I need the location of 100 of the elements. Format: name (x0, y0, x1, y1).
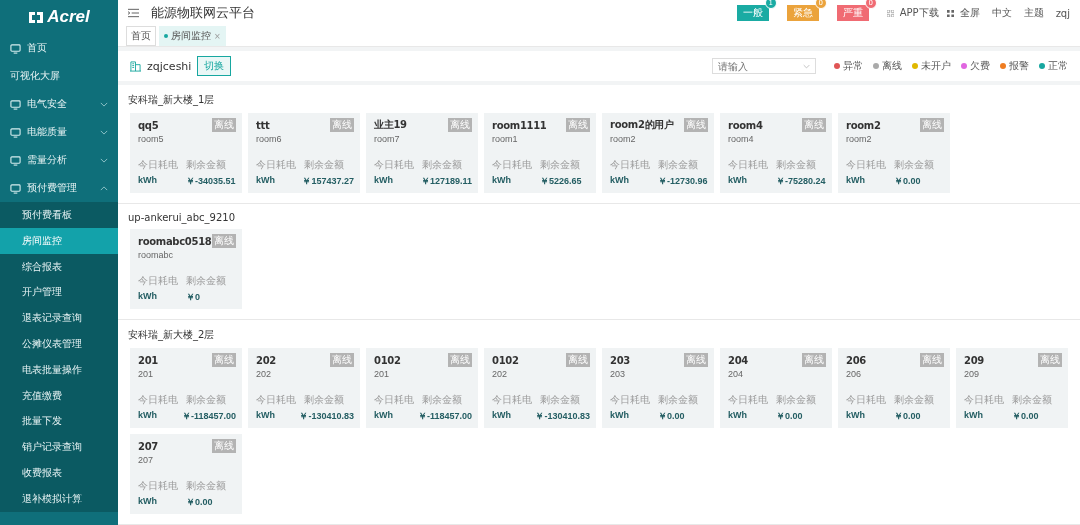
energy-value: kWh (138, 496, 158, 508)
submenu-item[interactable]: 退表记录查询 (0, 305, 118, 331)
energy-label: 今日耗电 (374, 393, 414, 407)
room-card[interactable]: 0102 离线 202 今日耗电 剩余金额 kWh ￥-130410.83 (484, 348, 596, 428)
energy-label: 今日耗电 (610, 393, 650, 407)
menu-item[interactable]: 电能质量 (0, 118, 118, 146)
submenu-item[interactable]: 公摊仪表管理 (0, 331, 118, 357)
room-card[interactable]: 0102 离线 201 今日耗电 剩余金额 kWh ￥-118457.00 (366, 348, 478, 428)
group-title: 安科瑞_新大楼_1层 (128, 93, 216, 107)
balance-value: ￥0.00 (186, 496, 213, 509)
room-card[interactable]: room2 离线 room2 今日耗电 剩余金额 kWh ￥0.00 (838, 113, 950, 193)
balance-value: ￥-130410.83 (299, 410, 354, 423)
room-card[interactable]: 203 离线 203 今日耗电 剩余金额 kWh ￥0.00 (602, 348, 714, 428)
energy-value: kWh (374, 175, 394, 187)
header-link[interactable]: zqj (1055, 7, 1070, 19)
energy-label: 今日耗电 (138, 158, 178, 172)
header-link[interactable]: 中文 (991, 6, 1012, 20)
project-name: zqjceshi (147, 59, 192, 73)
submenu-item[interactable]: 销户记录查询 (0, 434, 118, 460)
balance-label: 剩余金额 (304, 158, 344, 172)
header-link[interactable]: APP下载 (899, 6, 939, 20)
legend-label: 正常 (1048, 59, 1068, 73)
room-card[interactable]: roomabc0518 离线 roomabc 今日耗电 剩余金额 kWh ￥0 (130, 229, 242, 309)
energy-label: 今日耗电 (728, 393, 768, 407)
energy-label: 今日耗电 (138, 479, 178, 493)
balance-value: ￥157437.27 (302, 175, 354, 188)
room-card[interactable]: room1111 离线 room1 今日耗电 剩余金额 kWh ￥5226.65 (484, 113, 596, 193)
tenant-name: room1111 (492, 119, 547, 131)
page-tab[interactable]: 房间监控 × (159, 26, 226, 46)
energy-value: kWh (492, 410, 512, 422)
submenu-item[interactable]: 电表批量操作 (0, 356, 118, 383)
submenu-item[interactable]: 收费报表 (0, 459, 118, 486)
energy-value: kWh (610, 410, 630, 422)
balance-value: ￥0.00 (1012, 410, 1039, 423)
energy-value: kWh (374, 410, 394, 422)
tenant-name: 0102 (374, 354, 401, 366)
submenu-item[interactable]: 综合报表 (0, 253, 118, 280)
room-name: room1 (492, 134, 519, 144)
room-card[interactable]: 209 离线 209 今日耗电 剩余金额 kWh ￥0.00 (956, 348, 1068, 428)
room-card[interactable]: 207 离线 207 今日耗电 剩余金额 kWh ￥0.00 (130, 434, 242, 514)
status-tag: 离线 (330, 353, 354, 367)
energy-label: 今日耗电 (964, 393, 1004, 407)
status-tag: 离线 (212, 439, 236, 453)
menu-item[interactable]: 首页 (0, 34, 118, 62)
menu-item[interactable]: 需量分析 (0, 146, 118, 174)
header-link[interactable]: 主题 (1023, 6, 1044, 20)
energy-value: kWh (728, 410, 748, 422)
room-card[interactable]: room2的用户 离线 room2 今日耗电 剩余金额 kWh ￥-12730.96 (602, 113, 714, 193)
submenu-item[interactable]: 退补模拟计算 (0, 485, 118, 512)
page-tab[interactable]: 首页 (126, 26, 156, 46)
room-name: room2 (846, 134, 873, 144)
submenu-item[interactable]: 充值缴费 (0, 382, 118, 409)
tenant-name: 201 (138, 354, 158, 366)
room-name: room2 (610, 134, 637, 144)
tenant-name: 202 (256, 354, 276, 366)
room-card[interactable]: 206 离线 206 今日耗电 剩余金额 kWh ￥0.00 (838, 348, 950, 428)
menu-item[interactable]: 预付费管理 (0, 174, 118, 202)
balance-label: 剩余金额 (1012, 393, 1052, 407)
room-card[interactable]: 业主19 离线 room7 今日耗电 剩余金额 kWh ￥127189.11 (366, 113, 478, 193)
group-title: up-ankerui_abc_9210 (128, 212, 236, 223)
balance-value: ￥5226.65 (540, 175, 582, 188)
room-name: 203 (610, 369, 627, 379)
room-card[interactable]: room4 离线 room4 今日耗电 剩余金额 kWh ￥-75280.24 (720, 113, 832, 193)
energy-label: 今日耗电 (256, 393, 296, 407)
balance-value: ￥0 (186, 291, 200, 304)
room-card[interactable]: 201 离线 201 今日耗电 剩余金额 kWh ￥-118457.00 (130, 348, 242, 428)
status-tag: 离线 (920, 118, 944, 132)
tenant-name: 0102 (492, 354, 519, 366)
platform-title: 能源物联网云平台 (151, 4, 255, 22)
balance-value: ￥-75280.24 (776, 175, 826, 188)
balance-label: 剩余金额 (186, 274, 226, 288)
balance-label: 剩余金额 (422, 158, 462, 172)
room-card[interactable]: qq5 离线 room5 今日耗电 剩余金额 kWh ￥-34035.51 (130, 113, 242, 193)
status-tag: 离线 (566, 353, 590, 367)
balance-value: ￥0.00 (658, 410, 685, 423)
energy-label: 今日耗电 (846, 158, 886, 172)
search-field[interactable]: 请输入 (712, 58, 816, 74)
status-tag: 离线 (684, 353, 708, 367)
energy-value: kWh (964, 410, 984, 422)
room-card[interactable]: 204 离线 204 今日耗电 剩余金额 kWh ￥0.00 (720, 348, 832, 428)
balance-value: ￥-12730.96 (658, 175, 708, 188)
status-tag: 离线 (212, 234, 236, 248)
room-name: 206 (846, 369, 863, 379)
submenu-item[interactable]: 预付费看板 (0, 202, 118, 228)
menu-item[interactable]: 电气安全 (0, 90, 118, 118)
legend-label: 欠费 (970, 59, 990, 73)
room-card[interactable]: 202 离线 202 今日耗电 剩余金额 kWh ￥-130410.83 (248, 348, 360, 428)
balance-label: 剩余金额 (186, 158, 226, 172)
room-name: 209 (964, 369, 981, 379)
balance-label: 剩余金额 (658, 393, 698, 407)
menu-item[interactable]: 可视化大屏 (0, 62, 118, 90)
tenant-name: room2 (846, 119, 881, 131)
energy-label: 今日耗电 (374, 158, 414, 172)
energy-value: kWh (728, 175, 748, 187)
submenu-item[interactable]: 开户管理 (0, 279, 118, 306)
header-link[interactable]: 全屏 (959, 6, 980, 20)
balance-value: ￥-118457.00 (181, 410, 236, 423)
balance-label: 剩余金额 (540, 158, 580, 172)
submenu-item[interactable]: 批量下发 (0, 408, 118, 435)
room-card[interactable]: ttt 离线 room6 今日耗电 剩余金额 kWh ￥157437.27 (248, 113, 360, 193)
